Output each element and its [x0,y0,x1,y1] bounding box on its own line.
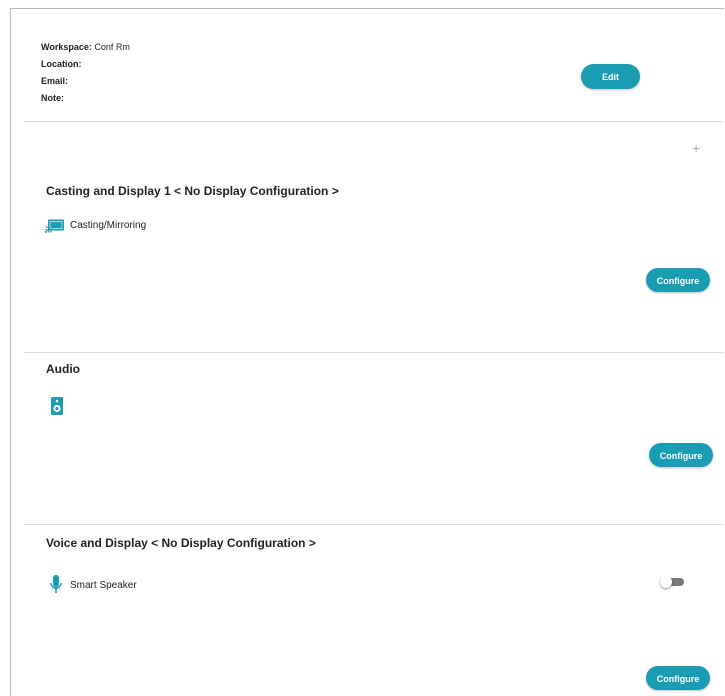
note-label: Note: [41,93,64,103]
section-divider [24,352,724,353]
voice-heading: Voice and Display < No Display Configura… [46,536,316,550]
casting-item-label: Casting/Mirroring [70,220,147,231]
workspace-row: Workspace: Conf Rm [41,42,130,52]
note-row: Note: [41,93,64,103]
smart-speaker-label: Smart Speaker [70,580,137,591]
add-icon[interactable]: + [692,140,700,156]
audio-heading: Audio [46,362,80,376]
edit-workspace-button[interactable]: Edit [581,64,640,89]
voice-configure-button[interactable]: Configure [646,666,710,690]
location-row: Location: [41,59,82,69]
casting-heading: Casting and Display 1 < No Display Confi… [46,184,339,198]
toggle-knob [660,576,672,588]
workspace-value: Conf Rm [94,42,130,52]
section-divider [24,524,724,525]
speaker-icon [51,397,63,415]
microphone-icon [50,575,62,595]
section-divider [24,121,724,122]
audio-configure-button[interactable]: Configure [649,443,713,467]
location-label: Location: [41,59,82,69]
email-label: Email: [41,76,69,86]
cast-screen-icon [45,219,65,233]
smart-speaker-toggle[interactable] [660,576,684,588]
casting-configure-button[interactable]: Configure [646,268,710,292]
workspace-label: Workspace: [41,42,92,52]
email-row: Email: [41,76,68,86]
